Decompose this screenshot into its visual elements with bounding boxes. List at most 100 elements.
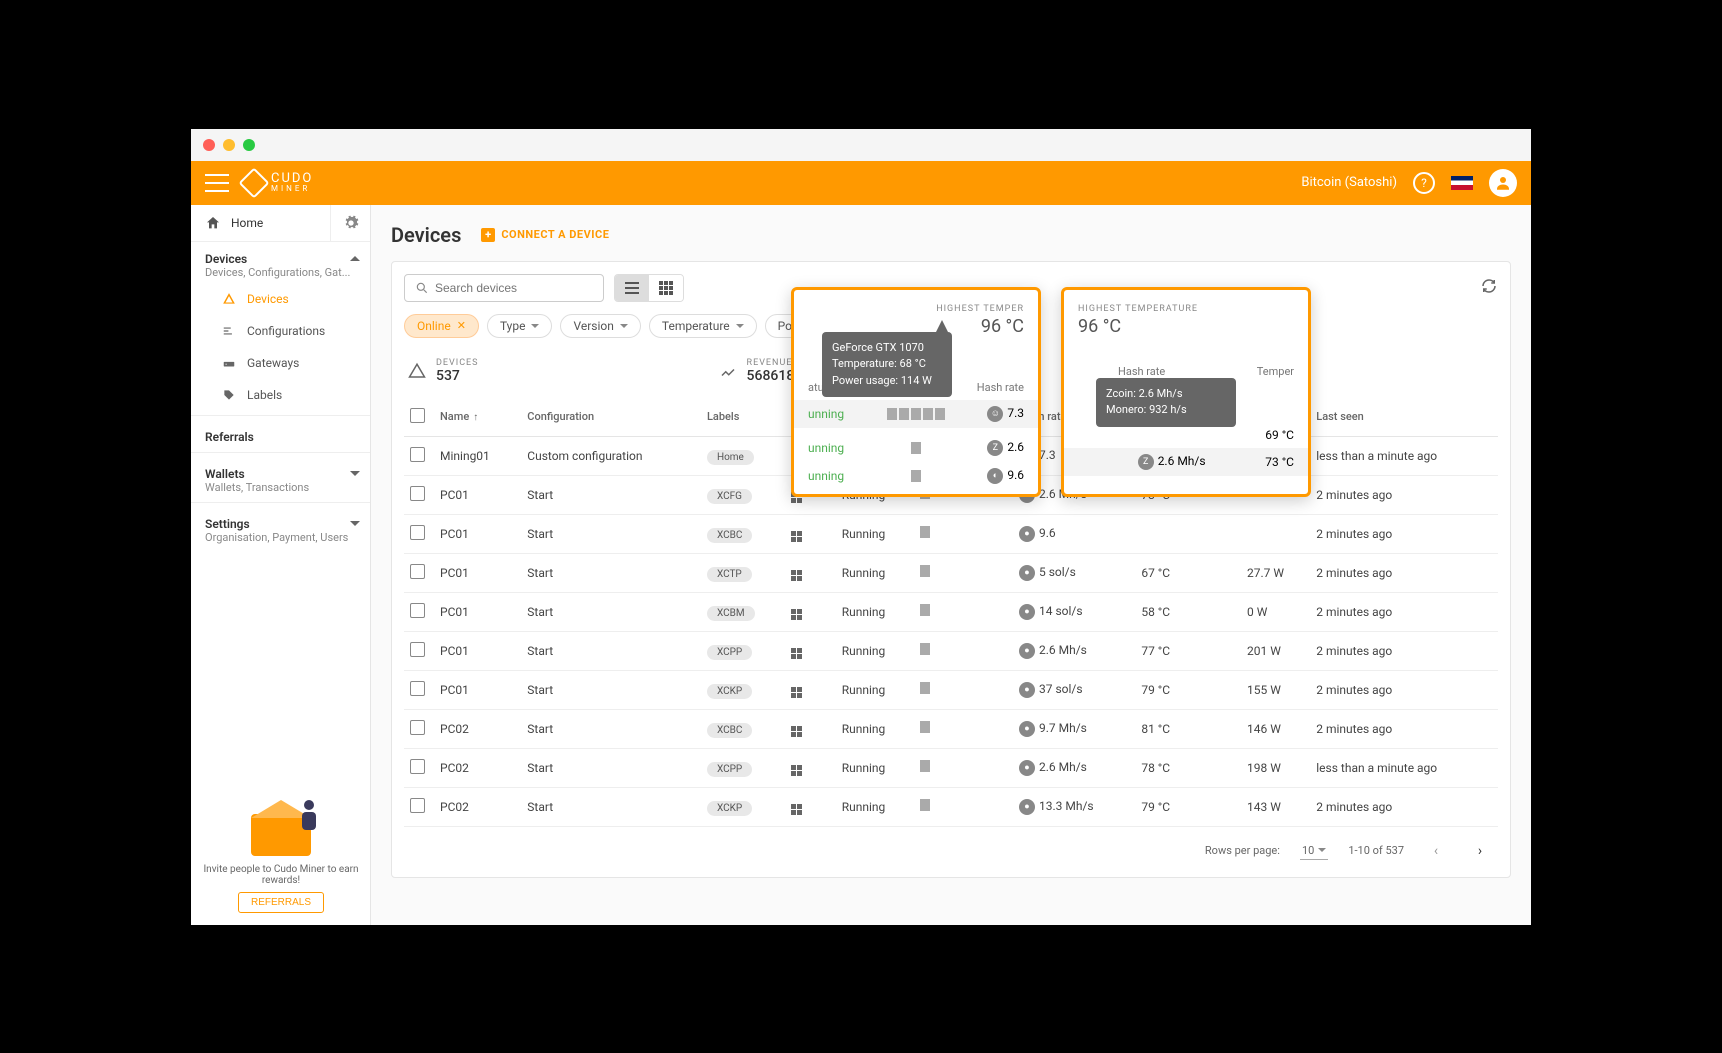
row-checkbox[interactable] <box>410 603 425 618</box>
menu-icon[interactable] <box>205 174 229 192</box>
col-labels[interactable]: Labels <box>701 398 785 437</box>
search-input[interactable] <box>404 274 604 302</box>
row-checkbox[interactable] <box>410 447 425 462</box>
minimize-window[interactable] <box>223 139 235 151</box>
select-all-checkbox[interactable] <box>410 408 425 423</box>
windows-icon <box>791 531 803 543</box>
sidebar-referrals[interactable]: Referrals <box>191 420 370 448</box>
label-pill[interactable]: XCPP <box>707 645 752 660</box>
cell-lastseen: 2 minutes ago <box>1310 553 1498 592</box>
refresh-icon[interactable] <box>1480 277 1498 299</box>
cell-name: PC01 <box>434 475 521 514</box>
table-row[interactable]: PC01 Start XCPP Running ●2.6 Mh/s 77 °C … <box>404 631 1498 670</box>
chip-version[interactable]: Version <box>560 314 640 338</box>
col-config[interactable]: Configuration <box>521 398 701 437</box>
maximize-window[interactable] <box>243 139 255 151</box>
cell-status: Running <box>836 787 914 826</box>
windows-icon <box>791 609 803 621</box>
gpu-tooltip: GeForce GTX 1070 Temperature: 68 °C Powe… <box>822 332 952 398</box>
cell-temp: 77 °C <box>1135 631 1241 670</box>
cell-lastseen: less than a minute ago <box>1310 436 1498 475</box>
sidebar-item-gateways[interactable]: Gateways <box>191 347 370 379</box>
table-row[interactable]: PC01 Start XCKP Running ●37 sol/s 79 °C … <box>404 670 1498 709</box>
table-row[interactable]: PC01 Start XCTP Running ●5 sol/s 67 °C 2… <box>404 553 1498 592</box>
balance-label[interactable]: Bitcoin (Satoshi) <box>1301 175 1397 190</box>
sidebar-item-devices[interactable]: Devices <box>191 283 370 315</box>
cell-power: 146 W <box>1241 709 1310 748</box>
sliders-icon <box>221 323 237 339</box>
sidebar-item-labels[interactable]: Labels <box>191 379 370 411</box>
gear-icon[interactable] <box>330 205 370 241</box>
row-checkbox[interactable] <box>410 525 425 540</box>
chevron-up-icon <box>350 256 360 261</box>
sidebar-group-settings[interactable]: Settings Organisation, Payment, Users <box>191 507 370 548</box>
app-window: CUDO MINER Bitcoin (Satoshi) ? Home Devi… <box>191 129 1531 925</box>
row-checkbox[interactable] <box>410 486 425 501</box>
table-row[interactable]: PC01 Start XCBC Running ●9.6 2 minutes a… <box>404 514 1498 553</box>
chevron-down-icon <box>350 521 360 526</box>
label-pill[interactable]: XCPP <box>707 762 752 777</box>
col-name[interactable]: Name↑ <box>434 398 521 437</box>
row-checkbox[interactable] <box>410 564 425 579</box>
row-checkbox[interactable] <box>410 681 425 696</box>
referrals-button[interactable]: REFERRALS <box>238 892 324 913</box>
view-toggle <box>614 274 684 302</box>
cell-temp: 67 °C <box>1135 553 1241 592</box>
prev-page-button[interactable]: ‹ <box>1424 839 1448 863</box>
chip-online[interactable]: Online✕ <box>404 314 479 338</box>
gpu-bar <box>920 565 930 577</box>
chevron-down-icon <box>1318 848 1326 852</box>
cell-config: Start <box>521 748 701 787</box>
col-lastseen[interactable]: Last seen <box>1310 398 1498 437</box>
close-icon[interactable]: ✕ <box>457 319 466 332</box>
row-checkbox[interactable] <box>410 720 425 735</box>
close-window[interactable] <box>203 139 215 151</box>
row-checkbox[interactable] <box>410 798 425 813</box>
chip-type[interactable]: Type <box>487 314 553 338</box>
cell-name: PC02 <box>434 787 521 826</box>
highlight-overlay-2: HIGHEST TEMPERATURE 96 °C Hash rateTempe… <box>1061 287 1311 497</box>
list-view-button[interactable] <box>615 275 649 301</box>
label-pill[interactable]: XCTP <box>707 567 752 582</box>
windows-icon <box>791 765 803 777</box>
cell-power: 27.7 W <box>1241 553 1310 592</box>
row-checkbox[interactable] <box>410 642 425 657</box>
cell-name: PC02 <box>434 709 521 748</box>
connect-device-button[interactable]: + CONNECT A DEVICE <box>481 228 609 242</box>
grid-view-button[interactable] <box>649 275 683 301</box>
sidebar-item-configurations[interactable]: Configurations <box>191 315 370 347</box>
windows-icon <box>791 804 803 816</box>
cell-lastseen: 2 minutes ago <box>1310 631 1498 670</box>
label-pill[interactable]: XCBC <box>707 528 752 543</box>
cell-name: PC01 <box>434 592 521 631</box>
label-pill[interactable]: Home <box>707 450 754 465</box>
brand-logo[interactable]: CUDO MINER <box>243 172 313 194</box>
table-row[interactable]: PC02 Start XCKP Running ●13.3 Mh/s 79 °C… <box>404 787 1498 826</box>
cell-name: Mining01 <box>434 436 521 475</box>
row-checkbox[interactable] <box>410 759 425 774</box>
windows-icon <box>791 648 803 660</box>
label-pill[interactable]: XCKP <box>707 801 752 816</box>
label-pill[interactable]: XCBC <box>707 723 752 738</box>
cell-temp <box>1135 514 1241 553</box>
main-content: Devices + CONNECT A DEVICE <box>371 205 1531 925</box>
sidebar-home[interactable]: Home <box>191 205 370 242</box>
chart-icon <box>719 362 737 380</box>
cell-lastseen: 2 minutes ago <box>1310 670 1498 709</box>
label-pill[interactable]: XCBM <box>707 606 755 621</box>
help-icon[interactable]: ? <box>1413 172 1435 194</box>
chevron-down-icon <box>350 471 360 476</box>
table-row[interactable]: PC01 Start XCBM Running ●14 sol/s 58 °C … <box>404 592 1498 631</box>
label-pill[interactable]: XCFG <box>707 489 752 504</box>
table-row[interactable]: PC02 Start XCPP Running ●2.6 Mh/s 78 °C … <box>404 748 1498 787</box>
chip-temperature[interactable]: Temperature <box>649 314 757 338</box>
flag-icon[interactable] <box>1451 176 1473 190</box>
rows-per-page-select[interactable]: 10 <box>1300 842 1328 860</box>
table-row[interactable]: PC02 Start XCBC Running ●9.7 Mh/s 81 °C … <box>404 709 1498 748</box>
next-page-button[interactable]: › <box>1468 839 1492 863</box>
label-pill[interactable]: XCKP <box>707 684 752 699</box>
sidebar-group-wallets[interactable]: Wallets Wallets, Transactions <box>191 457 370 498</box>
account-icon[interactable] <box>1489 169 1517 197</box>
cell-status: Running <box>836 748 914 787</box>
sidebar-group-devices[interactable]: Devices Devices, Configurations, Gat... <box>191 242 370 283</box>
